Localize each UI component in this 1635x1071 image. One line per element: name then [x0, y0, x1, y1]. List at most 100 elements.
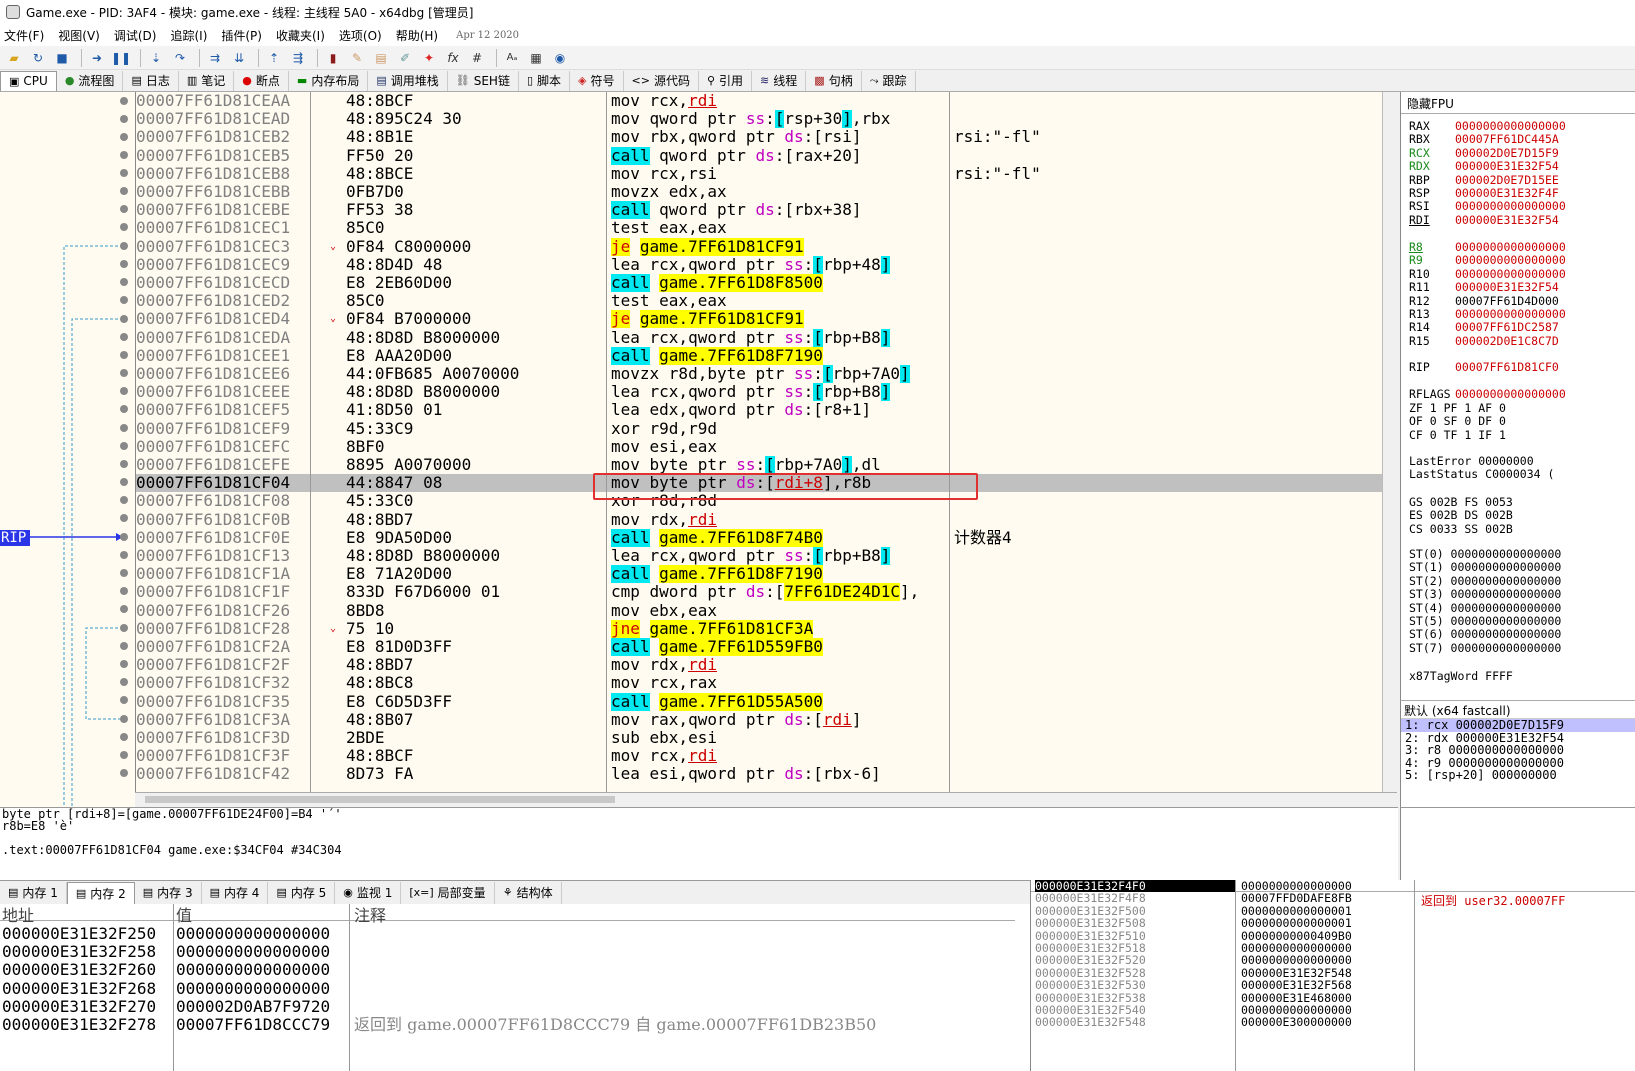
register-r13[interactable]: R13 0000000000000000 [1409, 307, 1566, 321]
tab-memory-map[interactable]: ▬ 内存布局 [289, 70, 369, 91]
scrollbar-thumb[interactable] [145, 796, 615, 803]
disasm-row[interactable]: 00007FF61D81CEFE 8895 A0070000 mov byte pt… [136, 456, 1382, 474]
disasm-row[interactable]: 00007FF61D81CEEE 48:8D8D B8000000 lea rcx,… [136, 383, 1382, 402]
disasm-row[interactable]: 00007FF61D81CF2A E8 81D0D3FF call game.7FF… [136, 638, 1382, 656]
disasm-row[interactable]: 00007FF61D81CF26 8BD8 mov ebx,eax [136, 601, 1382, 620]
register-r8[interactable]: R8 0000000000000000 [1409, 240, 1566, 254]
stop-icon[interactable]: ■ [52, 49, 72, 67]
menu-trace[interactable]: 追踪(I) [170, 27, 207, 44]
disasm-row[interactable]: 00007FF61D81CEF5 41:8D50 01 lea edx,qword … [136, 401, 1382, 419]
disasm-row[interactable]: 00007FF61D81CF3F 48:8BCF mov rcx,rdi [136, 747, 1382, 765]
register-r11[interactable]: R11 000000E31E32F54 [1409, 280, 1559, 294]
tab-handles[interactable]: ▩ 句柄 [806, 70, 862, 91]
tab-threads[interactable]: ≋ 线程 [752, 70, 807, 91]
tab-结构体[interactable]: ⚘ 结构体 [495, 881, 562, 904]
disasm-row[interactable]: 00007FF61D81CEE6 44:0FB685 A0070000 movzx … [136, 365, 1382, 383]
menu-file[interactable]: 文件(F) [4, 27, 44, 44]
disasm-row[interactable]: 00007FF61D81CEC9 48:8D4D 48 lea rcx,qword … [136, 255, 1382, 274]
register-rsi[interactable]: RSI 0000000000000000 [1409, 199, 1566, 213]
tab-内存-5[interactable]: ▤ 内存 5 [268, 881, 336, 904]
disasm-row[interactable]: 00007FF61D81CF3A 48:8B07 mov rax,qword ptr… [136, 710, 1382, 729]
disasm-row[interactable]: 00007FF61D81CEB5 FF50 20 call qword ptr ds… [136, 146, 1382, 165]
tab-局部变量[interactable]: [x=] 局部变量 [401, 881, 495, 904]
tab-breakpoints[interactable]: ● 断点 [234, 70, 289, 91]
pause-icon[interactable]: ❚❚ [111, 49, 131, 67]
disasm-row[interactable]: 00007FF61D81CEFC 8BF0 mov esi,eax [136, 437, 1382, 456]
disasm-row[interactable]: 00007FF61D81CF42 8D73 FA lea esi,qword ptr… [136, 765, 1382, 783]
disasm-row[interactable]: 00007FF61D81CEB2 48:8B1E mov rbx,qword ptr… [136, 128, 1382, 146]
register-rflags[interactable]: RFLAGS 0000000000000000 [1409, 387, 1566, 401]
disasm-row[interactable]: 00007FF61D81CF2F 48:8BD7 mov rdx,rdi [136, 656, 1382, 674]
register-rax[interactable]: RAX 0000000000000000 [1409, 119, 1566, 133]
disasm-row[interactable]: 00007FF61D81CF3D 2BDE sub ebx,esi [136, 729, 1382, 747]
tab-监视-1[interactable]: ◉ 监视 1 [335, 881, 402, 904]
run-icon[interactable]: ➜ [87, 49, 107, 67]
disasm-row[interactable]: 00007FF61D81CF1F 833D F67D6000 01 cmp dwor… [136, 583, 1382, 602]
tab-内存-4[interactable]: ▤ 内存 4 [202, 881, 269, 904]
register-rcx[interactable]: RCX 000002D0E7D15F9 [1409, 146, 1559, 160]
bookmark-icon[interactable]: ✐ [395, 49, 415, 67]
step-into-icon[interactable]: ⇣ [146, 49, 166, 67]
tab-references[interactable]: ⚲ 引用 [699, 70, 753, 91]
register-r14[interactable]: R14 00007FF61DC2587 [1409, 320, 1559, 334]
disasm-row[interactable]: 00007FF61D81CF32 48:8BC8 mov rcx,rax [136, 674, 1382, 692]
disassembly-vertical-scrollbar[interactable] [1382, 92, 1397, 792]
disassembly-horizontal-scrollbar[interactable] [135, 792, 1397, 806]
register-rdx[interactable]: RDX 000000E31E32F54 [1409, 159, 1559, 173]
disasm-row[interactable]: 00007FF61D81CF1A E8 71A20D00 call game.7FF… [136, 565, 1382, 584]
menu-view[interactable]: 视图(V) [58, 27, 100, 44]
tab-notes[interactable]: ▥ 笔记 [179, 70, 235, 91]
menu-favourites[interactable]: 收藏夹(I) [276, 27, 325, 44]
run-to-user-code-icon[interactable]: ⇶ [288, 49, 308, 67]
tab-内存-1[interactable]: ▤ 内存 1 [0, 881, 67, 904]
execute-till-return-icon[interactable]: ⇡ [264, 49, 284, 67]
call-argument[interactable]: 1: rcx 000002D0E7D15F9 [1401, 719, 1635, 732]
tab-script[interactable]: ▯ 脚本 [519, 70, 571, 91]
disasm-row[interactable]: 00007FF61D81CEAA 48:8BCF mov rcx,rdi [136, 92, 1382, 110]
tab-内存-3[interactable]: ▤ 内存 3 [135, 881, 202, 904]
register-r12[interactable]: R12 00007FF61D4D000 [1409, 294, 1559, 308]
disasm-row[interactable]: 00007FF61D81CEC1 85C0 test eax,eax [136, 219, 1382, 237]
disasm-row[interactable]: 00007FF61D81CED2 85C0 test eax,eax [136, 292, 1382, 310]
font-icon[interactable]: Aₐ [502, 49, 522, 67]
tab-cpu[interactable]: ▣ CPU [0, 70, 57, 91]
label-icon[interactable]: ▤ [371, 49, 391, 67]
register-r9[interactable]: R9 0000000000000000 [1409, 253, 1566, 267]
register-rsp[interactable]: RSP 000000E31E32F4F [1409, 186, 1559, 200]
disasm-row[interactable]: 00007FF61D81CEB8 48:8BCE mov rcx,rsi rsi:"-… [136, 164, 1382, 183]
disasm-row[interactable]: 00007FF61D81CF0E E8 9DA50D00 call game.7FF… [136, 528, 1382, 547]
restart-icon[interactable]: ↻ [28, 49, 48, 67]
menu-debug[interactable]: 调试(D) [114, 27, 157, 44]
tab-callstack[interactable]: ▤ 调用堆栈 [368, 70, 448, 91]
disasm-row[interactable]: 00007FF61D81CEAD 48:895C24 30 mov qword pt… [136, 110, 1382, 129]
tab-内存-2[interactable]: ▤ 内存 2 [66, 881, 135, 904]
tab-symbols[interactable]: ◈ 符号 [570, 70, 624, 91]
disasm-row[interactable]: 00007FF61D81CEC3 ⌄ 0F84 C8000000 je game.7F… [136, 237, 1382, 256]
register-rbx[interactable]: RBX 00007FF61DC445A [1409, 132, 1559, 146]
function-icon[interactable]: fx [443, 49, 463, 67]
disasm-row[interactable]: 00007FF61D81CF13 48:8D8D B8000000 lea rcx,… [136, 547, 1382, 565]
open-icon[interactable]: ▰ [4, 49, 24, 67]
globe-icon[interactable]: ◉ [550, 49, 570, 67]
disasm-row[interactable]: 00007FF61D81CEBE FF53 38 call qword ptr ds… [136, 201, 1382, 220]
register-r15[interactable]: R15 000002D0E1C8C7D [1409, 334, 1559, 348]
calculator-icon[interactable]: ▦ [526, 49, 546, 67]
disasm-row[interactable]: 00007FF61D81CF28 ⌄ 75 10 jne game.7FF61D81C… [136, 619, 1382, 638]
step-over-icon[interactable]: ↷ [170, 49, 190, 67]
menu-plugins[interactable]: 插件(P) [221, 27, 262, 44]
disassembly-view[interactable]: 00007FF61D81CEAA 48:8BCF mov rcx,rdi 00007F… [135, 92, 1382, 792]
tab-log[interactable]: ▤ 日志 [123, 70, 179, 91]
disasm-row[interactable]: 00007FF61D81CEF9 45:33C9 xor r9d,r9d [136, 419, 1382, 438]
disasm-row[interactable]: 00007FF61D81CEDA 48:8D8D B8000000 lea rcx,… [136, 328, 1382, 347]
disasm-row[interactable]: 00007FF61D81CED4 ⌄ 0F84 B7000000 je game.7F… [136, 310, 1382, 329]
disasm-row[interactable]: 00007FF61D81CF0B 48:8BD7 mov rdx,rdi [136, 510, 1382, 529]
calling-convention-select[interactable]: 默认 (x64 fastcall) [1401, 701, 1635, 719]
disasm-row[interactable]: 00007FF61D81CF35 E8 C6D5D3FF call game.7FF… [136, 692, 1382, 711]
tab-graph[interactable]: ● 流程图 [57, 70, 124, 91]
trace-over-icon[interactable]: ⇊ [229, 49, 249, 67]
stack-view[interactable]: 返回到 user32.00007FF 000000E31E32F4F0 00000… [1030, 880, 1635, 1071]
tab-source[interactable]: <> 源代码 [624, 70, 699, 91]
register-rdi[interactable]: RDI 000000E31E32F54 [1409, 213, 1559, 227]
disasm-row[interactable]: 00007FF61D81CEBB 0FB7D0 movzx edx,ax [136, 183, 1382, 201]
menu-options[interactable]: 选项(O) [339, 27, 382, 44]
